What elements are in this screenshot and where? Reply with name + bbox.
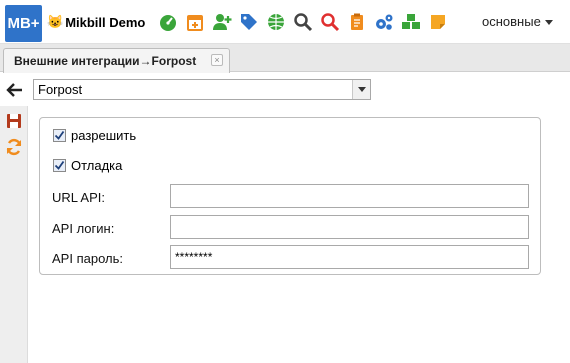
brand-name: Mikbill Demo <box>65 14 146 30</box>
toolbar-icons <box>157 11 448 32</box>
debug-checkbox[interactable] <box>53 159 66 172</box>
search-red-icon[interactable] <box>319 11 340 32</box>
refresh-icon[interactable] <box>5 138 23 156</box>
app-logo[interactable]: MB+ <box>5 5 42 42</box>
enable-checkbox[interactable] <box>53 129 66 142</box>
back-arrow-icon[interactable] <box>6 81 24 99</box>
left-action-strip <box>0 106 28 363</box>
brand[interactable]: 😺 Mikbill Demo <box>47 14 145 30</box>
tab-label: Внешние интеграции→Forpost <box>14 54 197 68</box>
tab-forpost-integration[interactable]: Внешние интеграции→Forpost × <box>3 48 230 73</box>
search-icon[interactable] <box>292 11 313 32</box>
api-password-field[interactable] <box>170 245 529 269</box>
main-menu-dropdown[interactable]: основные <box>482 14 553 29</box>
gears-icon[interactable] <box>373 11 394 32</box>
caret-down-icon <box>544 20 553 25</box>
dashboard-icon[interactable] <box>157 11 178 32</box>
chevron-down-icon[interactable] <box>352 80 370 99</box>
integration-select[interactable]: Forpost <box>33 79 371 100</box>
enable-row: разрешить <box>53 128 136 143</box>
top-navbar: MB+ 😺 Mikbill Demo основные <box>0 0 570 44</box>
cat-icon: 😺 <box>47 14 64 29</box>
close-icon[interactable]: × <box>211 54 223 66</box>
sticky-note-icon[interactable] <box>427 11 448 32</box>
calendar-icon[interactable] <box>184 11 205 32</box>
main-menu-label: основные <box>482 14 541 29</box>
cubes-icon[interactable] <box>400 11 421 32</box>
integration-select-value: Forpost <box>38 82 83 97</box>
tags-icon[interactable] <box>238 11 259 32</box>
debug-row: Отладка <box>53 158 122 173</box>
api-login-label: API логин: <box>52 221 115 236</box>
add-user-icon[interactable] <box>211 11 232 32</box>
integration-settings-form: разрешить Отладка URL API: API логин: AP… <box>39 117 541 275</box>
tab-strip: Внешние интеграции→Forpost × <box>0 44 570 73</box>
api-login-field[interactable] <box>170 215 529 239</box>
integration-toolbar: Forpost <box>0 78 570 104</box>
enable-label: разрешить <box>71 128 137 143</box>
globe-icon[interactable] <box>265 11 286 32</box>
api-password-label: API пароль: <box>52 251 123 266</box>
url-api-field[interactable] <box>170 184 529 208</box>
clipboard-icon[interactable] <box>346 11 367 32</box>
debug-label: Отладка <box>71 158 123 173</box>
save-icon[interactable] <box>5 112 23 130</box>
url-api-label: URL API: <box>52 190 105 205</box>
